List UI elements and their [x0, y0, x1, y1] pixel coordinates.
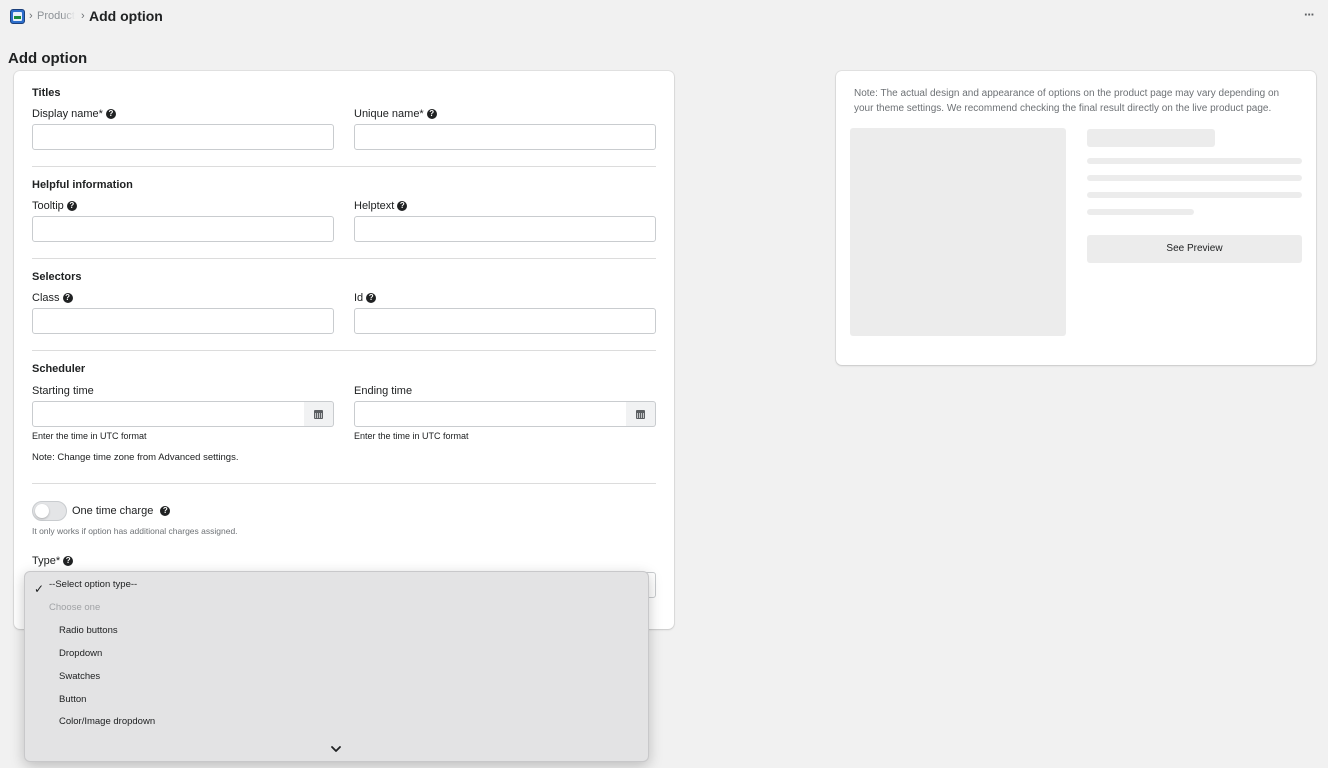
- see-preview-button[interactable]: See Preview: [1087, 235, 1302, 263]
- ending-time-calendar-button[interactable]: [626, 401, 656, 427]
- preview-line-placeholder: [1087, 209, 1194, 215]
- calendar-icon: [636, 409, 645, 419]
- starting-time-calendar-button[interactable]: [304, 401, 334, 427]
- divider: [32, 166, 656, 167]
- checkmark-icon: ✓: [34, 582, 45, 596]
- id-input[interactable]: [354, 308, 656, 334]
- id-label: Id ?: [354, 292, 377, 304]
- unique-name-label-text: Unique name*: [354, 108, 424, 120]
- chevron-down-icon[interactable]: [330, 743, 342, 755]
- helptext-label-text: Helptext: [354, 200, 395, 212]
- preview-line-placeholder: [1087, 175, 1302, 181]
- preview-card: Note: The actual design and appearance o…: [836, 71, 1316, 365]
- breadcrumb-separator: ›: [29, 10, 33, 22]
- ending-time-hint: Enter the time in UTC format: [354, 431, 469, 441]
- one-time-charge-label-text: One time charge: [72, 505, 154, 517]
- question-circle-icon[interactable]: ?: [105, 109, 116, 119]
- type-option-color-image-dropdown[interactable]: Color/Image dropdown: [59, 716, 155, 727]
- divider: [32, 483, 656, 484]
- type-label-text: Type*: [32, 555, 61, 567]
- type-option-select-placeholder[interactable]: --Select option type--: [49, 579, 137, 590]
- question-circle-icon[interactable]: ?: [366, 293, 377, 303]
- breadcrumb-current: Add option: [89, 8, 163, 24]
- question-circle-icon[interactable]: ?: [426, 109, 437, 119]
- question-circle-icon[interactable]: ?: [160, 506, 171, 516]
- option-form-card: Titles Display name* ? Unique name* ? He…: [14, 71, 674, 629]
- question-circle-icon[interactable]: ?: [62, 293, 73, 303]
- display-name-label: Display name* ?: [32, 108, 116, 120]
- more-actions-button[interactable]: ···: [1300, 5, 1318, 25]
- breadcrumb-separator: ›: [81, 10, 85, 22]
- type-option-choose-one: Choose one: [49, 602, 101, 613]
- preview-image-placeholder: [850, 128, 1066, 336]
- timezone-note: Note: Change time zone from Advanced set…: [32, 452, 239, 463]
- type-label: Type* ?: [32, 555, 74, 567]
- section-title-selectors: Selectors: [32, 271, 82, 283]
- section-title-scheduler: Scheduler: [32, 363, 86, 375]
- divider: [32, 258, 656, 259]
- tooltip-input[interactable]: [32, 216, 334, 242]
- question-circle-icon[interactable]: ?: [66, 201, 77, 211]
- helptext-label: Helptext ?: [354, 200, 408, 212]
- display-name-label-text: Display name*: [32, 108, 103, 120]
- breadcrumb-product-link[interactable]: Product: [37, 10, 75, 22]
- class-label-text: Class: [32, 292, 60, 304]
- type-select-menu: ✓ --Select option type-- Choose one Radi…: [24, 571, 649, 762]
- section-title-helpful-information: Helpful information: [32, 179, 133, 191]
- starting-time-input[interactable]: [32, 401, 305, 427]
- one-time-charge-label: One time charge ?: [72, 505, 171, 517]
- page-title: Add option: [8, 50, 88, 67]
- unique-name-label: Unique name* ?: [354, 108, 437, 120]
- class-input[interactable]: [32, 308, 334, 334]
- divider: [32, 350, 656, 351]
- calendar-icon: [314, 409, 323, 419]
- id-label-text: Id: [354, 292, 364, 304]
- preview-line-placeholder: [1087, 158, 1302, 164]
- app-logo-icon[interactable]: [10, 9, 25, 24]
- type-option-dropdown[interactable]: Dropdown: [59, 648, 102, 659]
- type-option-button[interactable]: Button: [59, 694, 86, 705]
- type-option-radio-buttons[interactable]: Radio buttons: [59, 625, 118, 636]
- ending-time-label: Ending time: [354, 385, 413, 397]
- type-option-swatches[interactable]: Swatches: [59, 671, 100, 682]
- unique-name-input[interactable]: [354, 124, 656, 150]
- class-label: Class ?: [32, 292, 73, 304]
- helptext-input[interactable]: [354, 216, 656, 242]
- top-bar: › Product › Add option ···: [0, 0, 1328, 34]
- tooltip-label-text: Tooltip: [32, 200, 64, 212]
- question-circle-icon[interactable]: ?: [63, 556, 74, 566]
- question-circle-icon[interactable]: ?: [397, 201, 408, 211]
- starting-time-label: Starting time: [32, 385, 94, 397]
- one-time-charge-note: It only works if option has additional c…: [32, 526, 238, 536]
- tooltip-label: Tooltip ?: [32, 200, 77, 212]
- one-time-charge-toggle[interactable]: [32, 501, 67, 521]
- preview-title-placeholder: [1087, 129, 1215, 147]
- ending-time-input[interactable]: [354, 401, 627, 427]
- preview-line-placeholder: [1087, 192, 1302, 198]
- section-title-titles: Titles: [32, 87, 61, 99]
- display-name-input[interactable]: [32, 124, 334, 150]
- preview-note: Note: The actual design and appearance o…: [854, 88, 1280, 114]
- starting-time-hint: Enter the time in UTC format: [32, 431, 147, 441]
